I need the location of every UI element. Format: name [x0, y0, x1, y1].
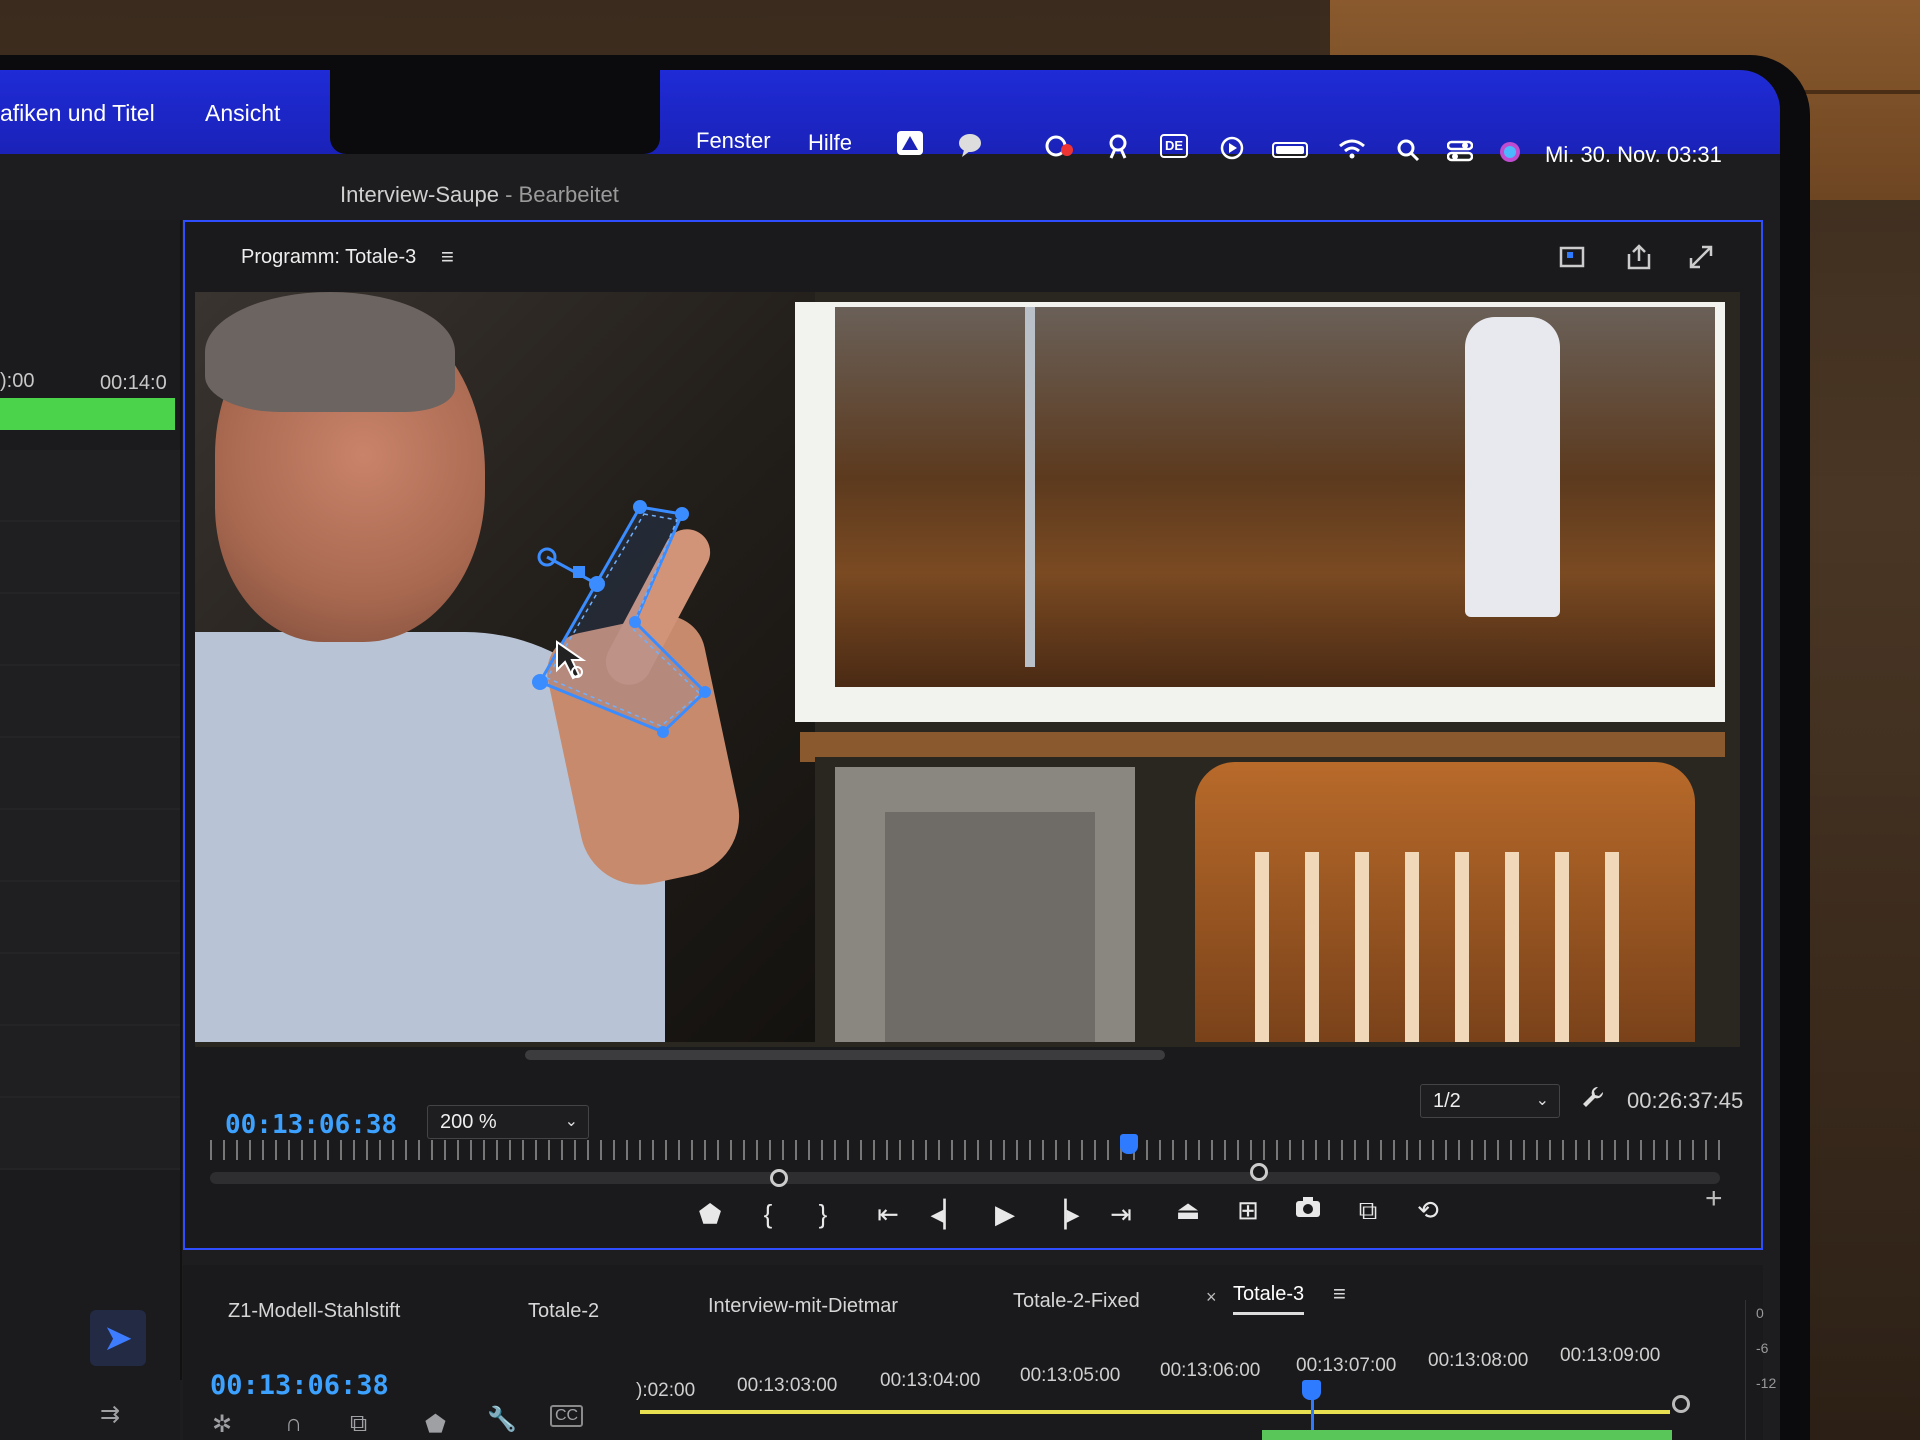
wrench-icon[interactable] [1575, 1084, 1611, 1116]
monitor-zoom-bar[interactable] [210, 1172, 1720, 1184]
resolution-select[interactable]: 1/2 ⌄ [1420, 1084, 1560, 1118]
menu-grafiken-und-titel[interactable]: afiken und Titel [0, 100, 155, 127]
rocket-icon[interactable] [1103, 134, 1133, 162]
program-current-timecode[interactable]: 00:13:06:38 [225, 1110, 397, 1140]
comparison-view-icon[interactable] [1555, 244, 1591, 276]
play-icon[interactable]: ▶ [985, 1194, 1025, 1234]
chevron-down-icon: ⌄ [1535, 1092, 1549, 1109]
hamburger-icon[interactable]: ≡ [441, 244, 454, 270]
menu-fenster[interactable]: Fenster [696, 128, 771, 154]
mark-out-icon[interactable]: } [803, 1194, 843, 1234]
timeline-current-timecode[interactable]: 00:13:06:38 [210, 1370, 389, 1401]
add-marker-icon[interactable]: ⬟ [425, 1410, 446, 1439]
timeline-work-area-bar[interactable] [640, 1410, 1670, 1414]
search-icon[interactable] [1393, 138, 1423, 166]
input-language-badge[interactable]: DE [1160, 134, 1188, 158]
menu-bar: afiken und Titel Ansicht Fenster Hilfe D… [0, 70, 1780, 167]
track-select-icon[interactable]: ⇉ [100, 1400, 120, 1429]
play-circle-icon[interactable] [1217, 136, 1247, 164]
captions-icon[interactable]: CC [550, 1405, 584, 1427]
add-button-icon[interactable]: + [1705, 1182, 1723, 1216]
snap-icon[interactable]: ✲ [212, 1410, 232, 1439]
close-icon[interactable]: × [1206, 1287, 1217, 1308]
menu-hilfe[interactable]: Hilfe [808, 130, 852, 156]
wifi-icon[interactable] [1337, 138, 1367, 166]
loop-icon[interactable]: ⟲ [1408, 1190, 1448, 1230]
drive-icon[interactable] [895, 130, 925, 158]
step-back-icon[interactable]: ◂▏ [927, 1194, 967, 1234]
creative-cloud-icon[interactable] [1043, 134, 1073, 162]
go-to-out-icon[interactable]: ⇥ [1101, 1194, 1141, 1234]
timeline-ruler-label: 00:13:03:00 [737, 1375, 838, 1396]
program-duration: 00:26:37:45 [1627, 1088, 1744, 1113]
tab-z1-modell-stahlstift[interactable]: Z1-Modell-Stahlstift [228, 1300, 400, 1323]
meter-label: -12 [1756, 1375, 1777, 1391]
chevron-down-icon: ⌄ [564, 1113, 578, 1130]
zoom-level-value: 200 % [440, 1111, 497, 1133]
lift-icon[interactable]: ⏏ [1168, 1190, 1208, 1230]
timeline-ruler-label: 00:13:08:00 [1428, 1350, 1529, 1371]
zoom-level-select[interactable]: 200 % ⌄ [427, 1105, 589, 1139]
monitor-time-ruler[interactable] [210, 1140, 1720, 1160]
battery-icon[interactable] [1272, 142, 1308, 158]
extract-icon[interactable]: ⊞ [1228, 1190, 1268, 1230]
timeline-ruler-label: 00:13:09:00 [1560, 1345, 1661, 1366]
program-horizontal-scrollbar[interactable] [525, 1050, 1165, 1060]
project-status: - Bearbeitet [505, 182, 619, 207]
monitor-zoom-handle-right[interactable] [1250, 1163, 1268, 1181]
go-to-in-icon[interactable]: ⇤ [868, 1194, 908, 1234]
menu-ansicht[interactable]: Ansicht [205, 100, 280, 127]
audio-meter: 0 -6 -12 [1745, 1300, 1780, 1440]
program-monitor: Programm: Totale-3 ≡ 00:13:06:38 200 % ⌄… [183, 220, 1763, 1250]
left-ruler-time-start: ):00 [0, 370, 35, 392]
monitor-playhead[interactable] [1120, 1134, 1138, 1154]
left-ruler-time-end: 00:14:0 [100, 372, 167, 394]
left-track-rows [0, 450, 180, 1170]
mark-in-icon[interactable]: { [748, 1194, 788, 1234]
siri-icon[interactable] [1495, 140, 1525, 168]
camera-icon[interactable] [1288, 1190, 1328, 1230]
tab-totale-2[interactable]: Totale-2 [528, 1300, 599, 1323]
timeline-ruler-label: 00:13:04:00 [880, 1370, 981, 1391]
project-name: Interview-Saupe [340, 182, 499, 207]
selection-tool-icon[interactable]: ➤ [90, 1310, 146, 1366]
meter-label: 0 [1756, 1305, 1764, 1321]
chat-bubble-icon[interactable] [955, 132, 985, 160]
monitor-zoom-handle-left[interactable] [770, 1169, 788, 1187]
linked-selection-icon[interactable]: ⧉ [350, 1410, 367, 1438]
meter-label: -6 [1756, 1340, 1769, 1356]
tab-interview-mit-dietmar[interactable]: Interview-mit-Dietmar [708, 1295, 898, 1318]
timeline-zoom-knob[interactable] [1672, 1395, 1690, 1413]
wrench-icon[interactable]: 🔧 [487, 1405, 517, 1434]
tab-totale-2-fixed[interactable]: Totale-2-Fixed [1013, 1290, 1140, 1313]
timeline-ruler-label: 00:13:06:00 [1160, 1360, 1261, 1381]
resolution-value: 1/2 [1433, 1090, 1461, 1112]
left-clip-green[interactable] [0, 398, 175, 430]
step-forward-icon[interactable]: ▕▸ [1043, 1194, 1083, 1234]
magnet-icon[interactable]: ∩ [285, 1410, 302, 1438]
tab-totale-3[interactable]: Totale-3 [1233, 1283, 1305, 1315]
timeline-ruler-label: 00:13:05:00 [1020, 1365, 1121, 1386]
program-title[interactable]: Programm: Totale-3 [241, 232, 416, 282]
add-marker-icon[interactable]: ⬟ [690, 1194, 730, 1234]
timeline-ruler-label: ):02:00 [636, 1380, 696, 1401]
left-panel: ):00 00:14:0 ▼ ⇥ ⤴ [0, 220, 182, 1380]
timeline-ruler-label: 00:13:07:00 [1296, 1355, 1397, 1376]
mask-path-overlay[interactable] [195, 292, 1740, 1047]
comparison-icon[interactable]: ⧉ [1348, 1190, 1388, 1230]
video-frame[interactable] [195, 292, 1740, 1047]
hamburger-icon[interactable]: ≡ [1333, 1281, 1346, 1307]
document-title: Interview-Saupe - Bearbeitet [340, 182, 619, 208]
control-center-icon[interactable] [1445, 140, 1475, 168]
menu-clock[interactable]: Mi. 30. Nov. 03:31 [1545, 142, 1722, 168]
expand-icon[interactable] [1683, 244, 1719, 276]
share-icon[interactable] [1621, 244, 1657, 276]
timeline-clip[interactable] [1262, 1430, 1672, 1440]
laptop-screen: afiken und Titel Ansicht Fenster Hilfe D… [0, 70, 1780, 1440]
camera-notch [330, 70, 660, 154]
timeline-playhead[interactable] [1302, 1380, 1321, 1400]
